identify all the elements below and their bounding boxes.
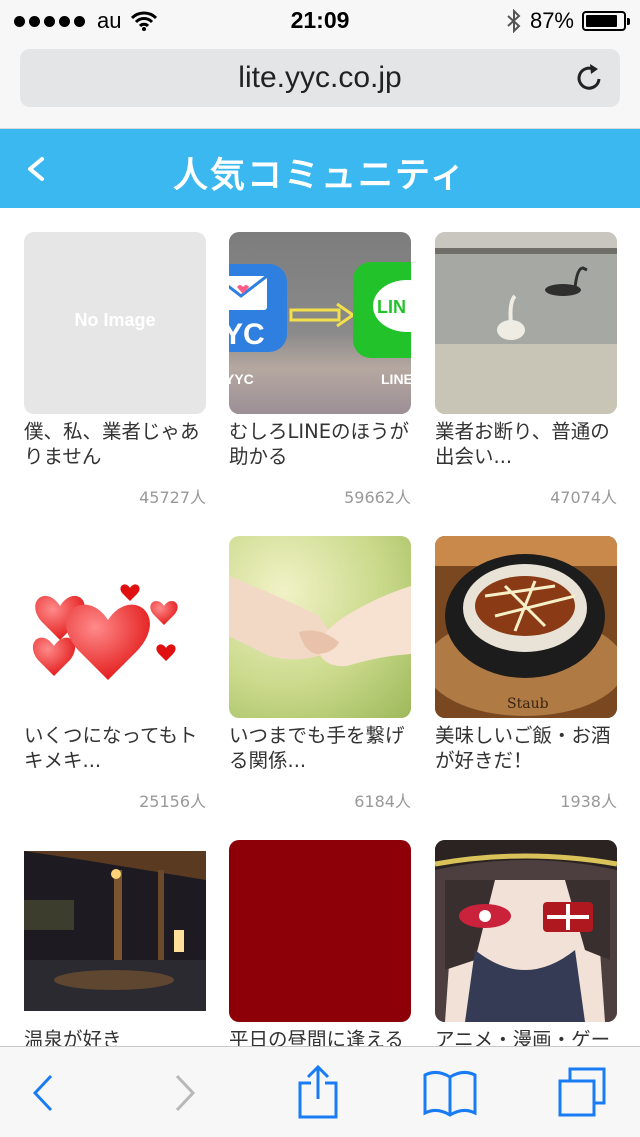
community-card[interactable]: 平日の昼間に逢える	[229, 840, 411, 1046]
holding-hands-thumbnail	[229, 536, 411, 718]
back-button[interactable]	[14, 1065, 74, 1121]
page-header: 人気コミュニティ	[0, 129, 640, 208]
tabs-icon	[558, 1067, 606, 1117]
community-name: 平日の昼間に逢える	[229, 1028, 404, 1046]
community-name: 美味しいご飯・お酒が好きだ！	[435, 724, 611, 772]
reload-icon[interactable]	[574, 62, 606, 94]
community-name: 温泉が好き	[24, 1028, 122, 1046]
url-field[interactable]: lite.yyc.co.jp	[20, 49, 620, 107]
anime-thumbnail	[435, 840, 617, 1022]
share-button[interactable]	[288, 1065, 348, 1121]
swans-thumbnail	[435, 232, 617, 414]
browser-address-bar: lite.yyc.co.jp	[0, 40, 640, 129]
community-name: 業者お断り、普通の出会い...	[435, 420, 610, 468]
svg-text:YYC: YYC	[229, 371, 254, 387]
member-count: 25156人	[139, 792, 206, 811]
hearts-thumbnail	[24, 536, 206, 718]
community-card[interactable]: アニメ・漫画・ゲー	[435, 840, 617, 1046]
community-name: 僕、私、業者じゃありません	[24, 420, 200, 468]
community-card[interactable]: YC LIN YYC LINE むしろLINEのほうが助かる 59662人	[229, 232, 411, 508]
chevron-right-icon	[175, 1074, 196, 1112]
community-name: いくつになってもトキメキ...	[24, 724, 198, 772]
onsen-photo	[24, 851, 206, 1011]
anime-character-image	[435, 840, 617, 1022]
tabs-button[interactable]	[552, 1065, 612, 1121]
member-count: 59662人	[344, 488, 411, 507]
url-text: lite.yyc.co.jp	[238, 61, 402, 94]
svg-text:Staub: Staub	[507, 696, 549, 712]
yyc-to-line-image: YC LIN YYC LINE	[229, 262, 411, 387]
onsen-thumbnail	[24, 840, 206, 1022]
community-card[interactable]: No Image 僕、私、業者じゃありません 45727人	[24, 232, 206, 508]
community-name: アニメ・漫画・ゲー	[435, 1028, 611, 1046]
community-card[interactable]: Staub 美味しいご飯・お酒が好きだ！ 1938人	[435, 536, 617, 812]
bookmarks-button[interactable]	[420, 1065, 480, 1121]
community-card[interactable]: いくつになってもトキメキ... 25156人	[24, 536, 206, 812]
member-count: 45727人	[139, 488, 206, 507]
community-card[interactable]: 業者お断り、普通の出会い... 47074人	[435, 232, 617, 508]
battery-percent: 87%	[529, 8, 574, 33]
community-grid: No Image 僕、私、業者じゃありません 45727人 YC LIN YYC…	[0, 208, 640, 1046]
chevron-left-icon	[32, 1074, 53, 1112]
no-image-label: No Image	[74, 310, 156, 330]
no-image-thumbnail: No Image	[24, 232, 206, 414]
bluetooth-icon	[507, 9, 521, 33]
status-bar: au 21:09 87%	[0, 0, 640, 40]
svg-text:LINE: LINE	[381, 371, 411, 387]
yyc-line-thumbnail: YC LIN YYC LINE	[229, 232, 411, 414]
member-count: 47074人	[550, 488, 617, 507]
svg-text:YC: YC	[229, 318, 265, 351]
community-name: むしろLINEのほうが助かる	[229, 420, 410, 468]
community-name: いつまでも手を繋げる関係...	[229, 724, 405, 772]
share-icon	[298, 1065, 338, 1119]
forward-button[interactable]	[154, 1065, 214, 1121]
battery-icon	[582, 11, 630, 31]
red-thumbnail	[229, 840, 411, 1022]
food-thumbnail: Staub	[435, 536, 617, 718]
holding-hands-photo	[229, 576, 411, 667]
community-card[interactable]: いつまでも手を繋げる関係... 6184人	[229, 536, 411, 812]
hearts-image	[32, 584, 178, 680]
status-right: 87%	[506, 8, 630, 34]
member-count: 6184人	[354, 792, 411, 811]
swans-photo	[435, 232, 617, 414]
svg-text:LIN: LIN	[377, 297, 406, 317]
browser-toolbar	[0, 1046, 640, 1137]
book-icon	[423, 1070, 477, 1117]
food-photo: Staub	[435, 536, 617, 718]
page-title: 人気コミュニティ	[173, 156, 467, 196]
member-count: 1938人	[560, 792, 617, 811]
community-card[interactable]: 温泉が好き	[24, 840, 206, 1046]
